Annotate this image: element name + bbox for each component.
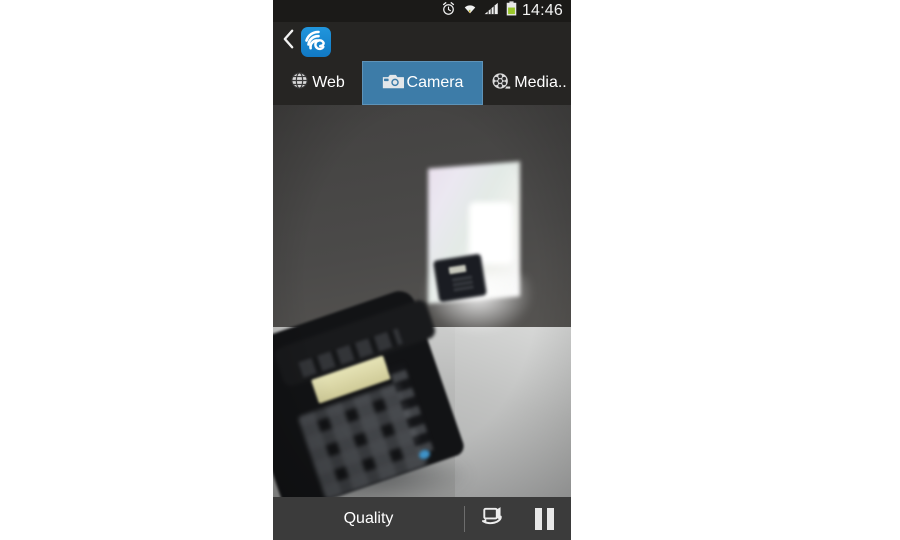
viewfinder-distant-phone-keypad bbox=[451, 275, 475, 294]
pause-bar-left bbox=[535, 507, 542, 530]
camera-icon bbox=[382, 72, 404, 95]
tab-camera-label: Camera bbox=[406, 74, 464, 91]
tab-web[interactable]: Web bbox=[273, 61, 362, 105]
screenshot-root: 14:46 Web Camera Media.. Quality bbox=[0, 0, 900, 540]
tab-media[interactable]: Media.. bbox=[483, 61, 571, 105]
wifi-icon bbox=[463, 2, 477, 21]
status-bar: 14:46 bbox=[273, 0, 571, 22]
pause-icon bbox=[535, 507, 554, 530]
app-logo-icon[interactable] bbox=[301, 26, 331, 57]
camera-viewfinder[interactable] bbox=[273, 105, 571, 497]
camera-switch-icon bbox=[477, 504, 506, 534]
phone-device-frame: 14:46 Web Camera Media.. Quality bbox=[273, 0, 571, 540]
tab-media-label: Media.. bbox=[514, 74, 567, 91]
pause-bar-right bbox=[547, 507, 554, 530]
battery-icon bbox=[506, 1, 517, 21]
back-button[interactable] bbox=[277, 22, 299, 61]
signal-bars-icon bbox=[484, 2, 499, 20]
status-bar-icons bbox=[441, 1, 517, 21]
bottom-control-bar: Quality bbox=[273, 497, 571, 540]
pause-button[interactable] bbox=[518, 497, 571, 540]
status-bar-clock: 14:46 bbox=[521, 2, 563, 19]
back-chevron-icon bbox=[281, 28, 296, 55]
quality-button[interactable]: Quality bbox=[273, 497, 464, 540]
tab-camera[interactable]: Camera bbox=[362, 61, 483, 105]
film-reel-icon bbox=[491, 71, 511, 96]
tab-bar: Web Camera Media.. bbox=[273, 61, 571, 105]
switch-camera-button[interactable] bbox=[465, 497, 518, 540]
globe-icon bbox=[290, 71, 309, 95]
tab-web-label: Web bbox=[312, 74, 345, 91]
alarm-clock-icon bbox=[441, 1, 456, 21]
quality-label: Quality bbox=[343, 509, 394, 527]
app-bar bbox=[273, 22, 571, 61]
